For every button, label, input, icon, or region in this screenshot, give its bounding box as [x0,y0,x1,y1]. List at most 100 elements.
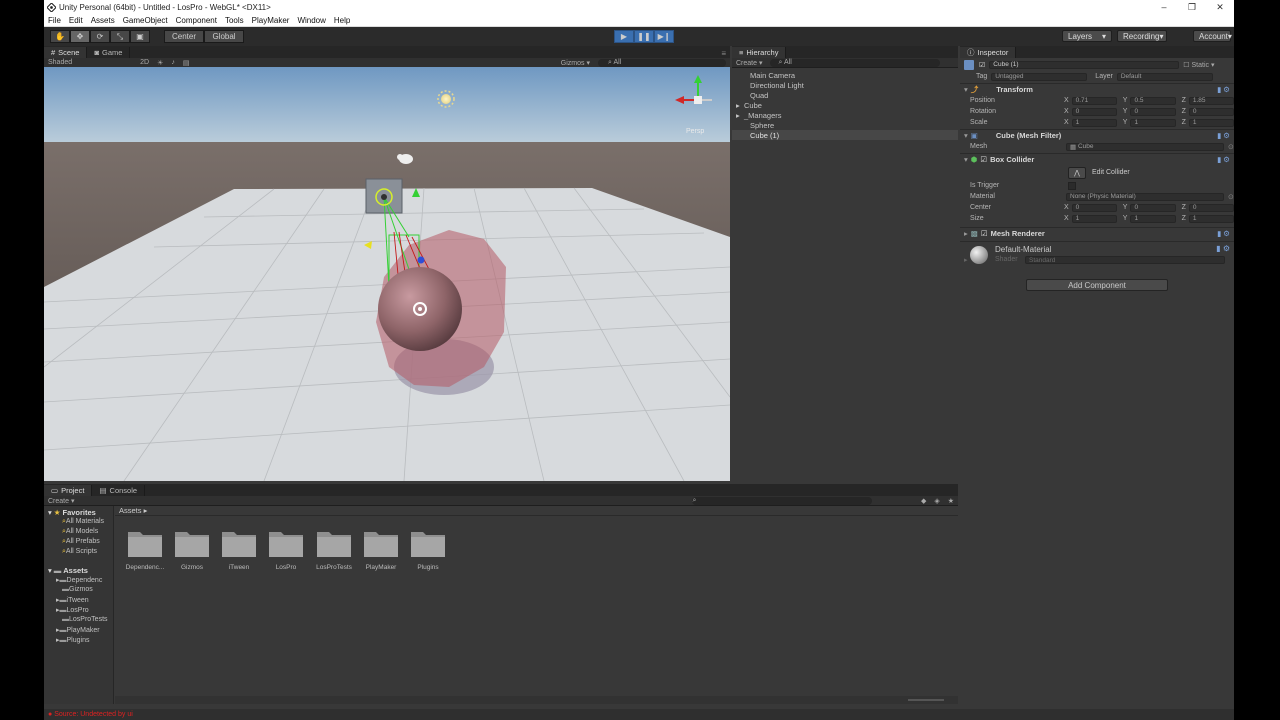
breadcrumb[interactable]: Assets ▸ [115,506,958,516]
breadcrumb-assets[interactable]: Assets [119,506,142,515]
hierarchy-search-input[interactable]: ⌕ All [770,58,941,67]
folder-label-plugins[interactable]: Plugins [402,564,454,571]
mesh-filter-component-header[interactable]: ▾ ▣ Cube (Mesh Filter) ▮ ⚙ [960,129,1234,141]
mesh-object-field[interactable]: ▦ Cube [1066,142,1224,151]
foldout-arrow-icon[interactable]: ▾ [48,566,52,575]
is-trigger-checkbox[interactable] [1068,181,1076,190]
material-section[interactable]: Default-Material ▸ Shader Standard ▮ ⚙ [960,241,1234,269]
pause-button[interactable]: ❚❚ [634,30,654,43]
maximize-icon[interactable]: ❐ [1178,2,1206,13]
scale-x-field[interactable]: 1 [1071,118,1117,127]
component-settings-icon[interactable]: ▮ ⚙ [1217,229,1230,238]
menu-playmaker[interactable]: PlayMaker [252,16,290,25]
tab-scene[interactable]: # Scene [44,47,88,58]
rotation-y-field[interactable]: 0 [1130,107,1176,116]
move-z-handle[interactable] [417,256,425,264]
gizmos-dropdown[interactable]: Gizmos ▾ [561,59,590,67]
project-search-input[interactable]: ⌕ [692,496,873,505]
scene-search-input[interactable]: ⌕ All [598,58,726,67]
hierarchy-item-main-camera[interactable]: Main Camera [732,70,958,80]
panel-menu-icon[interactable]: ≡ [721,49,726,58]
folder-icon[interactable] [174,528,210,558]
size-y-field[interactable]: 1 [1130,214,1176,223]
hierarchy-create-dropdown[interactable]: Create ▾ [736,59,762,67]
hierarchy-item-quad[interactable]: Quad [732,90,958,100]
static-toggle[interactable]: ☐ Static ▾ [1183,61,1214,69]
rotation-x-field[interactable]: 0 [1071,107,1117,116]
folder-label-lospro[interactable]: LosPro [260,564,312,571]
step-button[interactable]: ▶❙ [654,30,674,43]
position-z-field[interactable]: 1.85 [1188,96,1234,105]
menu-file[interactable]: File [48,16,61,25]
hierarchy-item-directional-light[interactable]: Directional Light [732,80,958,90]
favorite-all-materials[interactable]: ⌕All Materials [44,518,114,528]
center-z-field[interactable]: 0 [1188,203,1234,212]
tree-item-dependencies[interactable]: ▸▬Dependenc [44,576,114,586]
favorite-all-models[interactable]: ⌕All Models [44,528,114,538]
tree-item-lospro[interactable]: ▸▬LosPro [44,606,114,616]
rotate-tool-button[interactable]: ⟳ [90,30,110,43]
object-picker-icon[interactable]: ⊙ [1228,193,1234,201]
folder-label-itween[interactable]: iTween [213,564,265,571]
rect-tool-button[interactable]: ▣ [130,30,150,43]
folder-icon[interactable] [127,528,163,558]
layers-dropdown[interactable]: Layers ▾ [1062,30,1112,42]
position-y-field[interactable]: 0.5 [1130,96,1176,105]
component-settings-icon[interactable]: ▮ ⚙ [1217,131,1230,140]
status-bar[interactable]: ● Source: Undetected by ui [44,709,1234,720]
object-name-field[interactable]: Cube (1) [989,60,1180,69]
folder-icon[interactable] [410,528,446,558]
menu-edit[interactable]: Edit [69,16,83,25]
box-collider-enabled-checkbox[interactable]: ☑ [980,155,987,164]
tree-item-playmaker[interactable]: ▸▬PlayMaker [44,626,114,636]
tab-game[interactable]: ◙ Game [87,47,131,58]
layout-dropdown[interactable]: Recording ▾ [1117,30,1167,42]
tab-hierarchy[interactable]: ≡ Hierarchy [732,47,787,58]
active-checkbox[interactable]: ☑ [979,61,985,69]
size-z-field[interactable]: 1 [1188,214,1234,223]
tree-item-gizmos[interactable]: ▬Gizmos [44,586,114,596]
scale-z-field[interactable]: 1 [1188,118,1234,127]
rotation-z-field[interactable]: 0 [1188,107,1234,116]
foldout-arrow-icon[interactable]: ▾ [48,508,52,517]
menu-help[interactable]: Help [334,16,350,25]
icon-size-slider[interactable] [908,699,944,701]
add-component-button[interactable]: Add Component [1026,279,1168,291]
center-x-field[interactable]: 0 [1071,203,1117,212]
collider-material-field[interactable]: None (Physic Material) [1066,192,1224,201]
favorite-all-prefabs[interactable]: ⌕All Prefabs [44,538,114,548]
move-tool-button[interactable]: ✥ [70,30,90,43]
shader-dropdown[interactable]: Standard [1025,256,1225,264]
edit-collider-button[interactable]: ⋀ [1068,166,1086,179]
folder-label-dependencies[interactable]: Dependenc... [119,564,171,571]
expand-arrow-icon[interactable]: ▸ [736,111,742,120]
center-y-field[interactable]: 0 [1130,203,1176,212]
tab-project[interactable]: ▭ Project [44,485,93,496]
folder-label-playmaker[interactable]: PlayMaker [355,564,407,571]
position-x-field[interactable]: 0.71 [1071,96,1117,105]
object-picker-icon[interactable]: ⊙ [1228,143,1234,151]
component-settings-icon[interactable]: ▮ ⚙ [1217,85,1230,94]
hierarchy-item-sphere[interactable]: Sphere [732,120,958,130]
scale-tool-button[interactable]: ⤡ [110,30,130,43]
component-settings-icon[interactable]: ▮ ⚙ [1217,155,1230,164]
box-collider-component-header[interactable]: ▾ ⬢ ☑ Box Collider ▮ ⚙ [960,153,1234,165]
foldout-arrow-icon[interactable]: ▸ [964,256,968,264]
hand-tool-button[interactable]: ✋ [50,30,70,43]
pivot-global-button[interactable]: Global [204,30,244,43]
tab-console[interactable]: ▤ Console [92,485,146,496]
favorite-star-icon[interactable]: ★ [948,497,954,505]
tree-item-losprotests[interactable]: ▬LosProTests [44,616,114,626]
close-icon[interactable]: ✕ [1206,2,1234,13]
foldout-arrow-icon[interactable]: ▸ [964,229,968,238]
assets-header[interactable]: ▾ ▬ Assets [48,566,88,575]
project-create-dropdown[interactable]: Create ▾ [48,497,74,505]
filter-label-icon[interactable]: ◈ [934,497,939,505]
folder-icon[interactable] [221,528,257,558]
favorite-all-scripts[interactable]: ⌕All Scripts [44,548,114,558]
play-button[interactable]: ▶ [614,30,634,43]
menu-window[interactable]: Window [297,16,325,25]
mode-2d-toggle[interactable]: 2D [140,59,149,66]
shading-mode-dropdown[interactable]: Shaded [48,59,72,66]
menu-assets[interactable]: Assets [91,16,115,25]
